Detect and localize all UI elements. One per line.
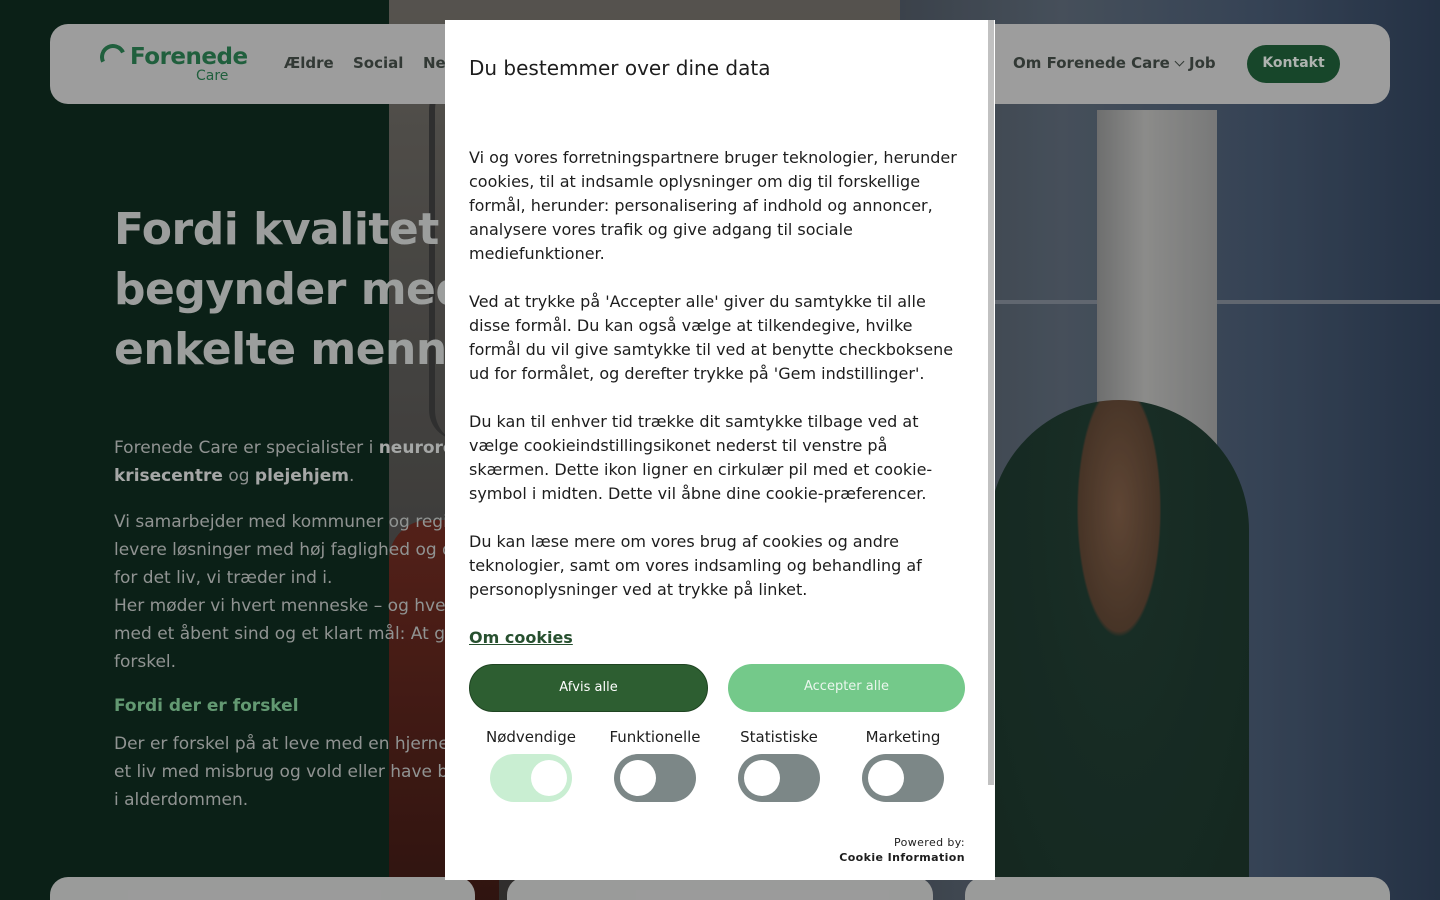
scrollbar-thumb[interactable] <box>988 20 994 785</box>
consent-body: Vi og vores forretningspartnere bruger t… <box>469 146 969 626</box>
consent-paragraph: Ved at trykke på 'Accepter alle' giver d… <box>469 292 954 383</box>
toggle-knob <box>531 760 567 796</box>
consent-paragraph: Du kan læse mere om vores brug af cookie… <box>469 532 922 599</box>
toggle-group-statistics: Statistiske <box>724 728 834 802</box>
consent-paragraph: Vi og vores forretningspartnere bruger t… <box>469 148 957 263</box>
toggle-label: Statistiske <box>740 728 818 746</box>
about-cookies-link[interactable]: Om cookies <box>469 628 573 647</box>
toggle-knob <box>744 760 780 796</box>
toggle-label: Marketing <box>865 728 941 746</box>
toggle-label: Funktionelle <box>609 728 701 746</box>
toggle-group-functional: Funktionelle <box>600 728 710 802</box>
necessary-toggle[interactable] <box>490 754 572 802</box>
accept-all-button[interactable]: Accepter alle <box>728 664 965 712</box>
statistics-toggle[interactable] <box>738 754 820 802</box>
toggle-group-marketing: Marketing <box>848 728 958 802</box>
marketing-toggle[interactable] <box>862 754 944 802</box>
consent-paragraph: Du kan til enhver tid trække dit samtykk… <box>469 412 933 503</box>
functional-toggle[interactable] <box>614 754 696 802</box>
scrollbar-track[interactable] <box>987 20 995 880</box>
toggle-knob <box>868 760 904 796</box>
powered-by-name: Cookie Information <box>839 851 965 864</box>
toggle-knob <box>620 760 656 796</box>
powered-by[interactable]: Powered by: Cookie Information <box>839 835 965 865</box>
powered-by-label: Powered by: <box>893 836 965 849</box>
toggle-group-necessary: Nødvendige <box>476 728 586 802</box>
consent-title: Du bestemmer over dine data <box>469 56 771 80</box>
reject-all-button[interactable]: Afvis alle <box>469 664 708 712</box>
cookie-consent-dialog: Du bestemmer over dine data Vi og vores … <box>445 20 995 880</box>
toggle-label: Nødvendige <box>486 728 576 746</box>
